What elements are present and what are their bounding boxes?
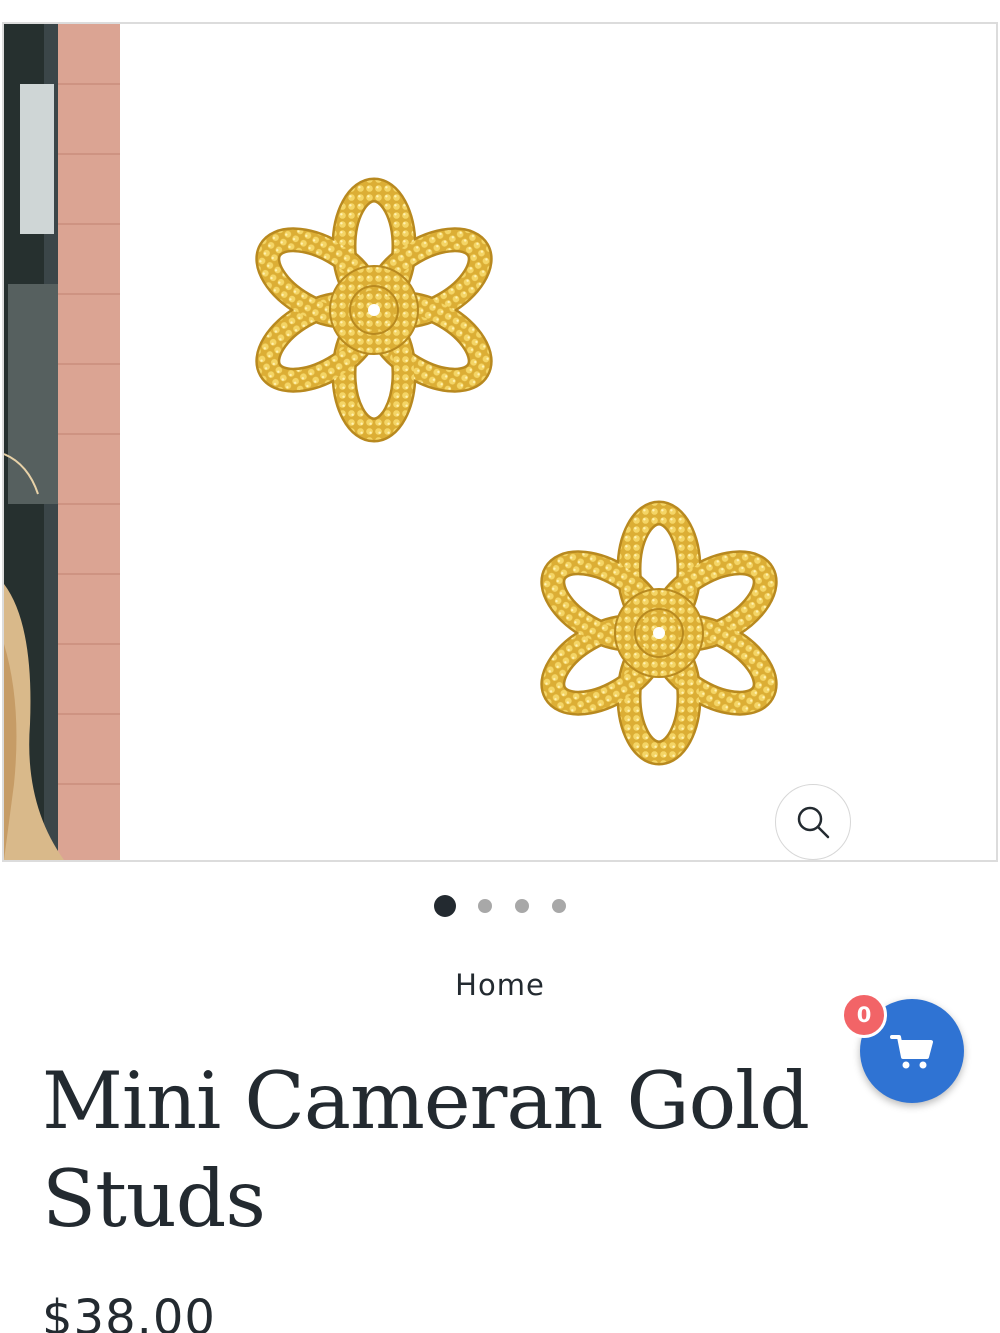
magnifier-icon	[797, 806, 830, 839]
zoom-button[interactable]	[775, 784, 851, 860]
earring-bottom	[540, 513, 778, 753]
gold-flower-stud-earrings-image	[120, 24, 998, 860]
cart-count-badge: 0	[841, 992, 887, 1038]
gallery-pagination	[0, 895, 1000, 917]
previous-slide-peek[interactable]	[4, 24, 120, 860]
breadcrumb-home-link[interactable]: Home	[455, 968, 545, 1002]
gallery-dot-1-active[interactable]	[434, 895, 456, 917]
gallery-dot-3[interactable]	[515, 899, 529, 913]
previous-slide-image	[4, 24, 120, 860]
product-image-gallery[interactable]	[2, 22, 998, 862]
main-product-slide[interactable]	[120, 24, 996, 860]
earring-top	[255, 190, 493, 430]
product-price: $38.00	[42, 1290, 216, 1333]
product-title: Mini Cameran Gold Studs	[42, 1055, 810, 1245]
shopping-cart-icon	[890, 1035, 933, 1069]
gallery-dot-2[interactable]	[478, 899, 492, 913]
gallery-dot-4[interactable]	[552, 899, 566, 913]
